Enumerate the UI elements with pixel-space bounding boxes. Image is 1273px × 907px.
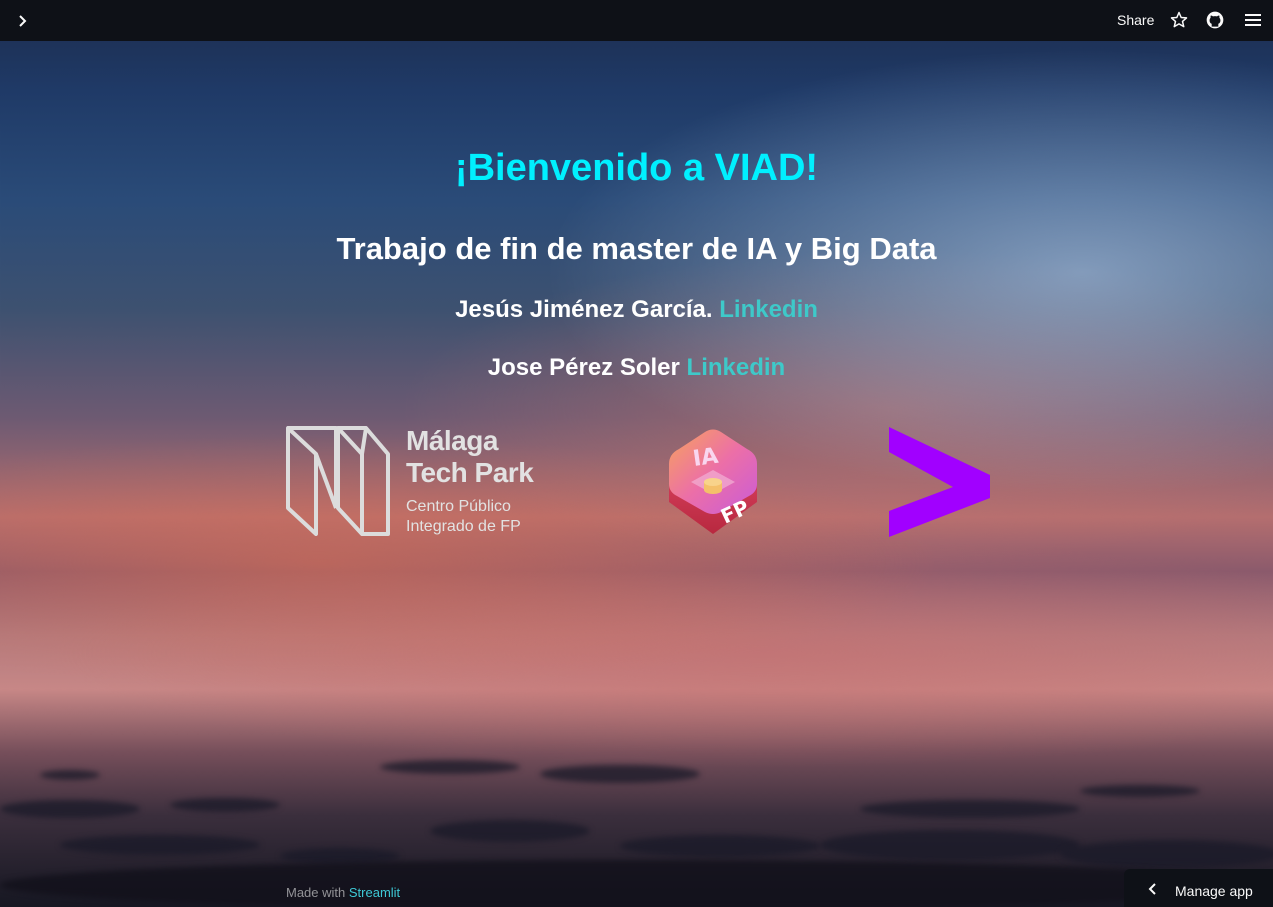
chevron-left-icon <box>1146 882 1160 896</box>
linkedin-link[interactable]: Linkedin <box>719 296 818 323</box>
manage-app-button[interactable]: Manage app <box>1124 869 1273 907</box>
author-line: Jesús Jiménez García. Linkedin <box>0 296 1273 324</box>
share-button[interactable]: Share <box>1117 12 1154 28</box>
malaga-tech-park-caption: Centro Público Integrado de FP <box>406 497 566 537</box>
streamlit-link[interactable]: Streamlit <box>349 885 400 900</box>
accenture-chevron-icon <box>889 427 991 541</box>
author-name: Jose Pérez Soler <box>487 354 680 381</box>
logo-line: Tech Park <box>406 457 534 488</box>
app-header: Share <box>0 0 1273 41</box>
malaga-tech-park-title: Málaga Tech Park <box>406 425 566 489</box>
page-subtitle: Trabajo de fin de master de IA y Big Dat… <box>336 231 937 266</box>
made-with-text: Made with <box>286 885 346 900</box>
page-title: ¡Bienvenido a VIAD! <box>454 147 819 189</box>
star-icon[interactable] <box>1169 10 1189 30</box>
author-line: Jose Pérez Soler Linkedin <box>0 354 1273 382</box>
malaga-tech-park-mark-icon <box>286 426 390 536</box>
manage-app-label: Manage app <box>1175 883 1253 899</box>
hamburger-menu-icon[interactable] <box>1243 10 1263 30</box>
github-icon[interactable] <box>1205 10 1225 30</box>
logo-line: Centro Público <box>406 498 511 515</box>
badge-top-text: IA <box>691 444 719 472</box>
ia-fp-logo: IA FP <box>661 424 765 542</box>
author-name: Jesús Jiménez García. <box>455 296 713 323</box>
logo-line: Málaga <box>406 425 498 456</box>
malaga-tech-park-logo <box>286 426 390 540</box>
linkedin-link[interactable]: Linkedin <box>687 354 786 381</box>
logo-line: Integrado de FP <box>406 518 521 535</box>
chevron-right-icon[interactable] <box>12 10 34 32</box>
footer: Made with Streamlit <box>286 885 400 900</box>
